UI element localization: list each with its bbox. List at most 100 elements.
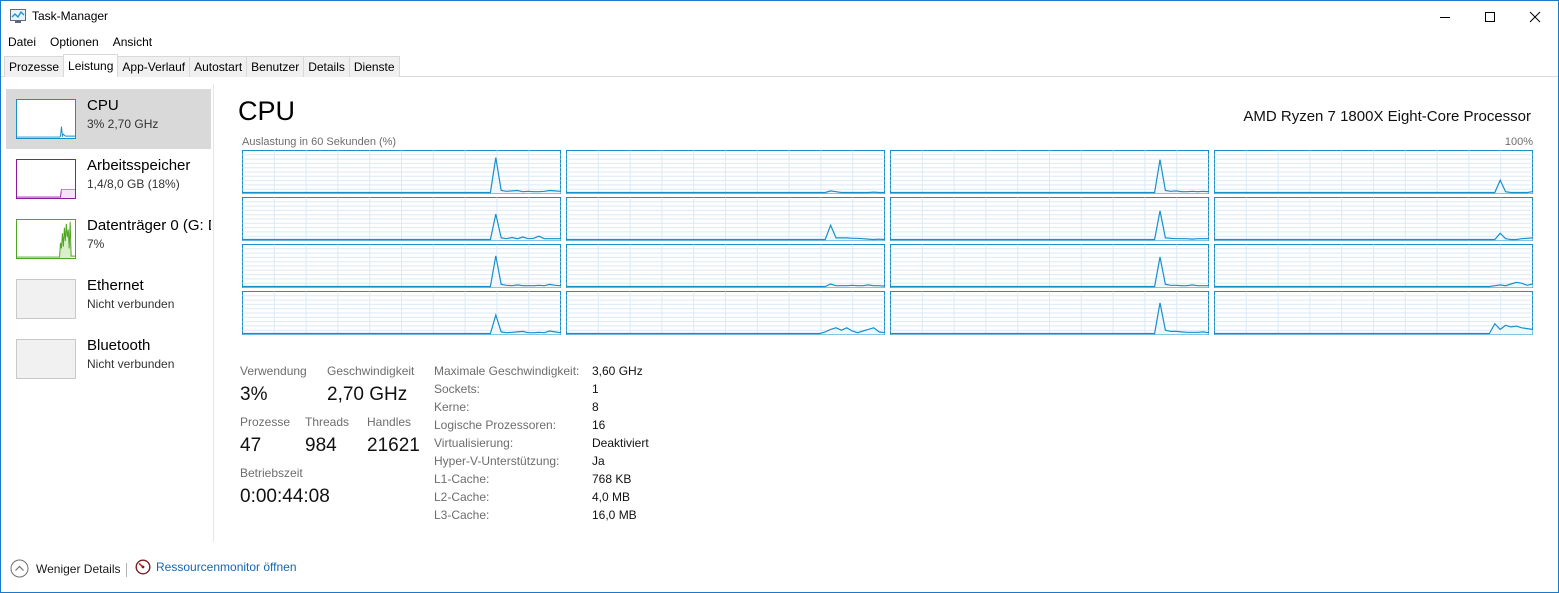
- info-key-max-speed: Maximale Geschwindigkeit:: [434, 364, 580, 378]
- menu-optionen[interactable]: Optionen: [43, 33, 106, 51]
- info-val-virtualization: Deaktiviert: [592, 436, 649, 450]
- sidebar-disk-title: Datenträger 0 (G: D: [87, 217, 211, 234]
- menu-ansicht[interactable]: Ansicht: [106, 33, 159, 51]
- threads-label: Threads: [305, 415, 350, 429]
- cpu-heading: CPU: [238, 96, 296, 126]
- core-graph-11: [1214, 244, 1533, 288]
- less-details-button[interactable]: Weniger Details: [10, 559, 120, 578]
- core-graph-12: [242, 291, 561, 335]
- processes-value: 47: [240, 435, 262, 456]
- info-key-l3-cache: L3-Cache:: [434, 508, 490, 522]
- info-val-l1-cache: 768 KB: [592, 472, 632, 486]
- core-graph-9: [566, 244, 885, 288]
- sidebar-memory-title: Arbeitsspeicher: [87, 157, 191, 174]
- speed-label: Geschwindigkeit: [327, 364, 415, 378]
- maximize-icon: [1485, 11, 1495, 22]
- sidebar-bluetooth-value: Nicht verbunden: [87, 357, 175, 371]
- info-key-cores: Kerne:: [434, 400, 470, 414]
- resource-monitor-label: Ressourcenmonitor öffnen: [156, 560, 297, 574]
- core-graph-8: [242, 244, 561, 288]
- footer-bar: Weniger Details Ressourcenmonitor öffnen: [1, 554, 1558, 584]
- info-key-l2-cache: L2-Cache:: [434, 490, 490, 504]
- memory-thumbnail-graph: [16, 159, 76, 199]
- tab-dienste[interactable]: Dienste: [348, 56, 400, 77]
- core-graph-10: [890, 244, 1209, 288]
- graph-max-label: 100%: [1504, 136, 1533, 148]
- window-title: Task-Manager: [32, 9, 109, 23]
- tab-prozesse[interactable]: Prozesse: [4, 56, 65, 77]
- sidebar-cpu-value: 3% 2,70 GHz: [87, 117, 159, 131]
- core-graph-3: [1214, 150, 1533, 194]
- tab-benutzer[interactable]: Benutzer: [246, 56, 305, 77]
- resource-monitor-icon: [135, 559, 151, 575]
- info-val-sockets: 1: [592, 382, 599, 396]
- cpu-model-name: AMD Ryzen 7 1800X Eight-Core Processor: [1243, 108, 1531, 125]
- usage-label: Verwendung: [240, 364, 307, 378]
- speed-value: 2,70 GHz: [327, 384, 408, 405]
- footer-separator: [126, 563, 127, 577]
- core-graph-14: [890, 291, 1209, 335]
- core-graph-0: [242, 150, 561, 194]
- processes-label: Prozesse: [240, 415, 291, 429]
- sidebar-ethernet-title: Ethernet: [87, 277, 144, 294]
- menu-bar: Datei Optionen Ansicht: [1, 33, 159, 51]
- sidebar-item-ethernet[interactable]: Ethernet Nicht verbunden: [6, 269, 211, 329]
- chevron-up-circle-icon: [10, 559, 29, 578]
- info-val-l3-cache: 16,0 MB: [592, 508, 637, 522]
- info-key-logical-processors: Logische Prozessoren:: [434, 418, 557, 432]
- tab-autostart[interactable]: Autostart: [189, 56, 248, 77]
- info-val-logical-processors: 16: [592, 418, 606, 432]
- resource-monitor-link[interactable]: Ressourcenmonitor öffnen: [135, 559, 297, 575]
- maximize-button[interactable]: [1467, 1, 1513, 32]
- uptime-value: 0:00:44:08: [240, 486, 330, 507]
- info-key-virtualization: Virtualisierung:: [434, 436, 514, 450]
- bluetooth-thumbnail-graph: [16, 339, 76, 379]
- sidebar-cpu-title: CPU: [87, 97, 119, 114]
- core-graph-2: [890, 150, 1209, 194]
- info-key-l1-cache: L1-Cache:: [434, 472, 490, 486]
- usage-value: 3%: [240, 384, 268, 405]
- task-manager-window: Task-Manager Datei Optionen Ansicht Proz…: [0, 0, 1559, 593]
- info-val-cores: 8: [592, 400, 599, 414]
- sidebar-ethernet-value: Nicht verbunden: [87, 297, 175, 311]
- menu-datei[interactable]: Datei: [1, 33, 43, 51]
- resource-sidebar: CPU 3% 2,70 GHz Arbeitsspeicher 1,4/8,0 …: [2, 84, 214, 542]
- task-manager-app-icon: [10, 9, 26, 23]
- minimize-icon: [1440, 16, 1450, 18]
- title-bar[interactable]: Task-Manager: [1, 1, 1558, 32]
- core-graph-4: [242, 197, 561, 241]
- sidebar-item-memory[interactable]: Arbeitsspeicher 1,4/8,0 GB (18%): [6, 149, 211, 209]
- less-details-label: Weniger Details: [36, 561, 121, 576]
- disk-thumbnail-graph: [16, 219, 76, 259]
- logical-processor-graphs: [242, 150, 1533, 335]
- tab-details[interactable]: Details: [303, 56, 350, 77]
- core-graph-5: [566, 197, 885, 241]
- minimize-button[interactable]: [1422, 1, 1468, 32]
- threads-value: 984: [305, 435, 337, 456]
- sidebar-item-disk[interactable]: Datenträger 0 (G: D 7%: [6, 209, 211, 269]
- tab-app-verlauf[interactable]: App-Verlauf: [117, 56, 191, 77]
- info-val-max-speed: 3,60 GHz: [592, 364, 643, 378]
- sidebar-item-cpu[interactable]: CPU 3% 2,70 GHz: [6, 89, 211, 149]
- handles-label: Handles: [367, 415, 412, 429]
- cpu-thumbnail-graph: [16, 99, 76, 139]
- sidebar-disk-value: 7%: [87, 237, 105, 251]
- sidebar-item-bluetooth[interactable]: Bluetooth Nicht verbunden: [6, 329, 211, 389]
- info-val-hyperv: Ja: [592, 454, 605, 468]
- close-icon: [1529, 11, 1541, 22]
- core-graph-6: [890, 197, 1209, 241]
- info-val-l2-cache: 4,0 MB: [592, 490, 631, 504]
- info-key-sockets: Sockets:: [434, 382, 481, 396]
- graph-axis-label: Auslastung in 60 Sekunden (%): [242, 136, 397, 148]
- tab-bar: Prozesse Leistung App-Verlauf Autostart …: [1, 54, 1558, 77]
- core-graph-1: [566, 150, 885, 194]
- close-button[interactable]: [1512, 1, 1558, 32]
- core-graph-15: [1214, 291, 1533, 335]
- core-graph-7: [1214, 197, 1533, 241]
- tab-leistung[interactable]: Leistung: [63, 54, 119, 77]
- cpu-detail-panel: CPU AMD Ryzen 7 1800X Eight-Core Process…: [215, 84, 1558, 544]
- sidebar-bluetooth-title: Bluetooth: [87, 337, 151, 354]
- core-graph-13: [566, 291, 885, 335]
- uptime-label: Betriebszeit: [240, 466, 303, 480]
- info-key-hyperv: Hyper-V-Unterstützung:: [434, 454, 560, 468]
